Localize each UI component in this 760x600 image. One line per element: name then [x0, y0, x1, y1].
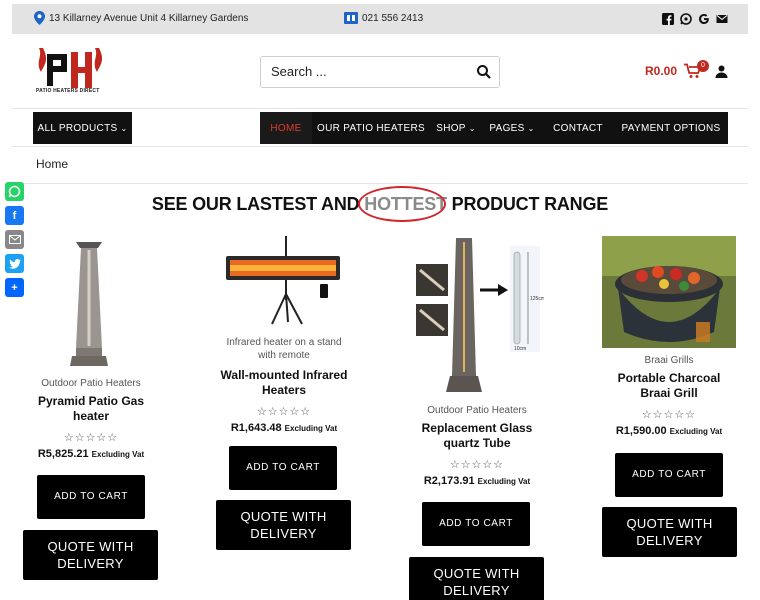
chevron-down-icon: ⌄ — [527, 123, 535, 133]
headline-before: SEE OUR LASTEST AND — [151, 194, 365, 214]
nav-item-contact[interactable]: CONTACT — [542, 112, 614, 144]
nav-label: HOME — [270, 122, 302, 134]
cart-total[interactable]: R0.00 — [645, 64, 677, 78]
facebook-icon[interactable] — [662, 12, 674, 25]
price-note: Excluding Vat — [284, 424, 338, 433]
cart-count-badge: 0 — [697, 60, 709, 72]
product-image-charcoal-grill[interactable] — [602, 236, 736, 348]
price-value: R5,825.21 — [37, 448, 89, 460]
phone[interactable]: 021 556 2413 — [344, 11, 423, 25]
highlight-ring — [358, 186, 447, 222]
product-category[interactable]: Outdoor Patio Heaters — [26, 378, 156, 389]
search-box — [260, 56, 500, 88]
rating-stars: ☆☆☆☆☆ — [256, 406, 312, 418]
product-title[interactable]: Replacement Glass quartz Tube — [412, 421, 542, 451]
twitter-icon[interactable] — [5, 254, 24, 273]
logo-text: PATIO HEATERS DIRECT — [36, 88, 100, 94]
divider — [12, 108, 748, 109]
chevron-down-icon: ⌄ — [120, 123, 128, 133]
email-icon[interactable] — [5, 230, 24, 249]
product-title[interactable]: Pyramid Patio Gas heater — [26, 394, 156, 424]
product-title[interactable]: Portable Charcoal Braai Grill — [604, 371, 734, 401]
rating-stars: ☆☆☆☆☆ — [641, 409, 697, 421]
add-to-cart-button[interactable]: ADD TO CART — [229, 446, 337, 490]
address: 13 Killarney Avenue Unit 4 Killarney Gar… — [34, 11, 248, 25]
product-price: R2,173.91 Excluding Vat — [412, 475, 542, 487]
add-to-cart-button[interactable]: ADD TO CART — [422, 502, 530, 546]
quote-with-delivery-button[interactable]: QUOTE WITH DELIVERY — [602, 507, 737, 557]
product-price: R1,643.48 Excluding Vat — [218, 422, 350, 434]
price-value: R2,173.91 — [423, 475, 475, 487]
all-products-menu[interactable]: ALL PRODUCTS ⌄ — [33, 112, 132, 144]
nav-item-payment-options[interactable]: PAYMENT OPTIONS — [614, 112, 728, 144]
product-title[interactable]: Wall-mounted Infrared Heaters — [218, 368, 350, 398]
price-note: Excluding Vat — [477, 477, 531, 486]
price-note: Excluding Vat — [91, 450, 145, 459]
section-headline: SEE OUR LASTEST AND HOTTEST PRODUCT RANG… — [0, 186, 760, 222]
nav-item-shop[interactable]: SHOP ⌄ — [430, 112, 482, 144]
nav-item-pages[interactable]: PAGES ⌄ — [482, 112, 542, 144]
search-icon[interactable] — [476, 64, 492, 80]
phone-text: 021 556 2413 — [362, 12, 424, 24]
product-image-infrared-heater[interactable] — [224, 234, 344, 326]
search-input[interactable] — [271, 64, 471, 79]
nav-label: PAGES — [489, 122, 525, 134]
add-to-cart-button[interactable]: ADD TO CART — [615, 453, 723, 497]
social-links — [662, 12, 728, 25]
whatsapp-icon[interactable] — [680, 12, 692, 25]
user-account-icon[interactable] — [715, 65, 728, 78]
image-label: 125cm — [530, 296, 544, 302]
chevron-down-icon: ⌄ — [468, 123, 476, 133]
main-navigation: HOME OUR PATIO HEATERS SHOP ⌄ PAGES ⌄ CONT… — [260, 112, 728, 144]
divider — [12, 146, 748, 147]
rating-stars: ☆☆☆☆☆ — [449, 459, 505, 471]
product-category[interactable]: Outdoor Patio Heaters — [412, 405, 542, 416]
address-text: 13 Killarney Avenue Unit 4 Killarney Gar… — [49, 12, 249, 24]
breadcrumb-home[interactable]: Home — [36, 157, 68, 171]
share-icon[interactable]: + — [5, 278, 24, 297]
phone-icon — [344, 12, 358, 24]
headline-after: PRODUCT RANGE — [446, 194, 609, 214]
headline-highlight: HOTTEST — [358, 186, 447, 222]
google-icon[interactable] — [698, 12, 710, 24]
divider — [12, 183, 748, 184]
patio-heaters-logo-icon — [38, 48, 103, 88]
product-category[interactable]: Infrared heater on a stand with remote — [218, 336, 350, 362]
product-card: Infrared heater on a stand with remote W… — [218, 336, 350, 434]
product-image-pyramid-heater[interactable] — [64, 238, 114, 370]
nav-label: OUR PATIO HEATERS — [317, 122, 425, 134]
price-note: Excluding Vat — [669, 427, 723, 436]
rating-stars: ☆☆☆☆☆ — [63, 432, 119, 444]
product-card: Outdoor Patio Heaters Replacement Glass … — [412, 405, 542, 487]
nav-item-home[interactable]: HOME — [260, 112, 312, 144]
product-card: Outdoor Patio Heaters Pyramid Patio Gas … — [26, 378, 156, 460]
product-image-glass-tube[interactable]: 125cm 10cm — [414, 236, 544, 396]
nav-label: PAYMENT OPTIONS — [621, 122, 721, 134]
product-card: Braai Grills Portable Charcoal Braai Gri… — [604, 355, 734, 437]
quote-with-delivery-button[interactable]: QUOTE WITH DELIVERY — [23, 530, 158, 580]
price-value: R1,643.48 — [230, 422, 282, 434]
product-price: R1,590.00 Excluding Vat — [604, 425, 734, 437]
image-label: 10cm — [514, 346, 526, 352]
quote-with-delivery-button[interactable]: QUOTE WITH DELIVERY — [409, 557, 544, 600]
nav-label: SHOP — [436, 122, 466, 134]
location-pin-icon — [34, 11, 45, 25]
product-price: R5,825.21 Excluding Vat — [26, 448, 156, 460]
price-value: R1,590.00 — [615, 425, 667, 437]
email-icon[interactable] — [716, 12, 728, 24]
product-category[interactable]: Braai Grills — [604, 355, 734, 366]
add-to-cart-button[interactable]: ADD TO CART — [37, 475, 145, 519]
top-info-bar: 13 Killarney Avenue Unit 4 Killarney Gar… — [12, 4, 748, 34]
quote-with-delivery-button[interactable]: QUOTE WITH DELIVERY — [216, 500, 351, 550]
all-products-label: ALL PRODUCTS — [37, 122, 118, 134]
nav-label: CONTACT — [553, 122, 603, 134]
nav-item-our-patio-heaters[interactable]: OUR PATIO HEATERS — [312, 112, 430, 144]
